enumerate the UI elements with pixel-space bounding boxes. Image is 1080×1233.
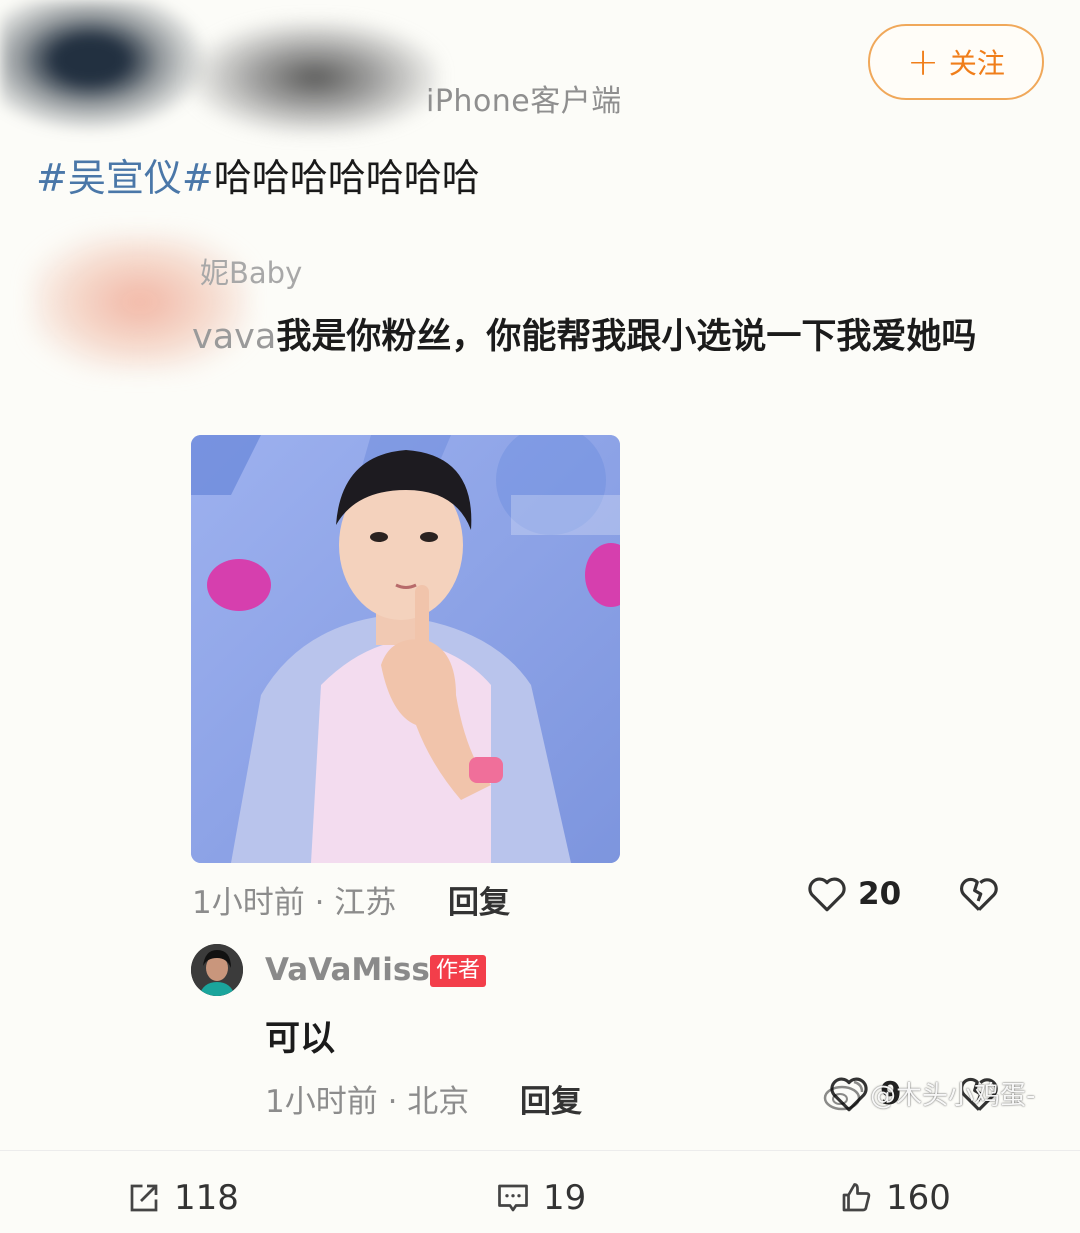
reply-reply-button[interactable]: 回复 [520,1076,582,1121]
comment-text: vava我是你粉丝，你能帮我跟小选说一下我爱她吗 [192,306,1022,368]
poster-avatar-redacted[interactable] [0,0,220,140]
watermark: @木头小鸡蛋- [822,1075,1035,1112]
reply-avatar-image [191,944,243,996]
comment-icon [498,1184,528,1212]
comment-lead: vava [192,317,277,357]
reply-username[interactable]: VaVaMiss [265,952,430,988]
share-icon [130,1184,158,1212]
comment-body: 我是你粉丝，你能帮我跟小选说一下我爱她吗 [276,317,977,357]
comment-like-button[interactable]: 20 [806,874,901,914]
comment-button[interactable]: 19 [495,1178,586,1218]
follow-label: 关注 [948,47,1005,80]
share-count: 118 [174,1178,239,1218]
comment-like-count: 20 [858,876,902,912]
thumbs-up-icon [842,1183,871,1212]
follow-button[interactable]: + 关注 [868,24,1044,100]
broken-heart-icon[interactable] [958,874,1000,914]
share-button[interactable]: 118 [126,1178,239,1218]
meme-image[interactable] [191,435,620,863]
divider [0,1150,1080,1151]
meme-illustration [191,435,620,863]
like-count: 160 [886,1178,951,1218]
post-source: iPhone客户端 [426,84,622,119]
comment-reply-button[interactable]: 回复 [448,877,510,922]
watermark-text: @木头小鸡蛋- [870,1081,1036,1111]
post-body: 哈哈哈哈哈哈哈 [213,156,480,200]
heart-icon [808,877,846,912]
poster-name-redacted [190,20,440,135]
weibo-post-page: iPhone客户端 + 关注 #吴宣仪#哈哈哈哈哈哈哈 妮Baby vava我是… [0,0,1080,1233]
weibo-logo-icon [823,1080,864,1110]
reply-text: 可以 [265,1019,336,1059]
comment-meta: 1小时前 · 江苏 [192,885,397,921]
reply-avatar[interactable] [191,944,243,996]
reply-meta: 1小时前 · 北京 [265,1084,470,1120]
author-badge: 作者 [430,955,487,987]
like-button[interactable]: 160 [838,1178,951,1218]
commenter-username[interactable]: 妮Baby [200,250,302,292]
comment-count: 19 [543,1178,587,1218]
plus-icon: + [907,40,939,84]
post-content: #吴宣仪#哈哈哈哈哈哈哈 [36,152,480,204]
topic-link[interactable]: #吴宣仪# [36,156,214,200]
